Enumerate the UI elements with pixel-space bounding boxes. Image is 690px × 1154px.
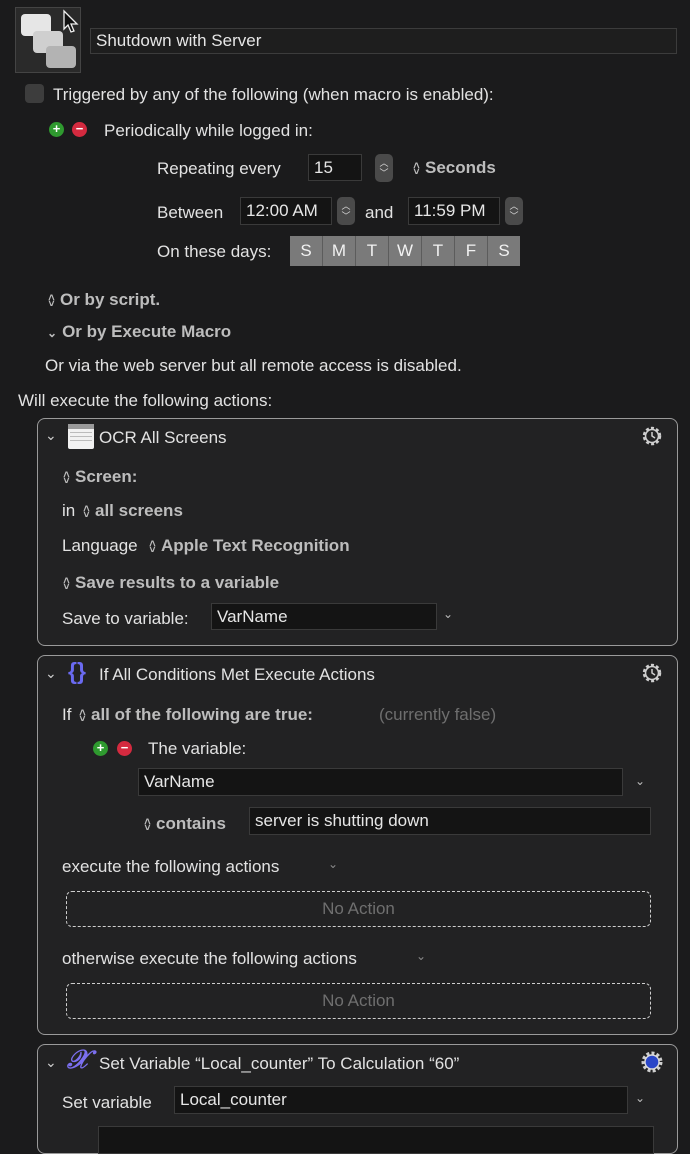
variable-dropdown-chevron[interactable]: ⌄	[635, 1091, 645, 1105]
day-toggle-tuesday[interactable]: T	[356, 236, 389, 266]
day-toggle-thursday[interactable]: T	[422, 236, 455, 266]
then-actions-dropzone[interactable]: No Action	[66, 891, 651, 927]
unit-popup[interactable]: ˄ ˅ Seconds	[412, 158, 496, 178]
in-label: in	[62, 501, 76, 520]
action-title: OCR All Screens	[99, 428, 227, 447]
days-label: On these days:	[157, 242, 272, 261]
else-actions-dropzone[interactable]: No Action	[66, 983, 651, 1019]
collapse-chevron-icon[interactable]: ⌄	[45, 1054, 57, 1071]
days-selector: S M T W T F S	[290, 236, 520, 266]
action-set-variable: ⌄ 𝒳 Set Variable “Local_counter” To Calc…	[37, 1044, 678, 1154]
remove-condition-button[interactable]: −	[117, 741, 132, 756]
updown-icon: ˄ ˅	[63, 468, 70, 487]
web-server-note: Or via the web server but all remote acc…	[45, 356, 462, 375]
updown-icon: ˄ ˅	[144, 815, 151, 834]
add-trigger-button[interactable]: +	[49, 122, 64, 137]
start-time-input[interactable]: 12:00 AM	[240, 197, 332, 225]
between-label: Between	[157, 203, 224, 222]
if-label: If	[62, 705, 72, 724]
operator-popup[interactable]: ˄ ˅ contains	[143, 814, 226, 834]
start-time-stepper[interactable]: ︿ ﹀	[337, 197, 355, 225]
action-title: If All Conditions Met Execute Actions	[99, 665, 375, 684]
collapse-chevron-icon[interactable]: ⌄	[45, 427, 57, 444]
day-toggle-monday[interactable]: M	[323, 236, 356, 266]
braces-icon: {}	[68, 658, 86, 684]
else-actions-chevron[interactable]: ⌄	[416, 949, 426, 963]
day-toggle-sunday[interactable]: S	[290, 236, 323, 266]
macro-name-input[interactable]: Shutdown with Server	[90, 28, 677, 54]
condition-type-label: The variable:	[148, 739, 247, 758]
else-actions-label: otherwise execute the following actions	[62, 949, 357, 968]
add-condition-button[interactable]: +	[93, 741, 108, 756]
then-actions-label: execute the following actions	[62, 857, 280, 876]
variable-dropdown-chevron[interactable]: ⌄	[635, 774, 645, 788]
action-title: Set Variable “Local_counter” To Calculat…	[99, 1054, 460, 1073]
language-label: Language	[62, 536, 138, 555]
updown-icon: ˄ ˅	[63, 574, 70, 593]
updown-icon: ˄ ˅	[149, 537, 156, 556]
updown-icon: ˄ ˅	[79, 706, 86, 725]
condition-operand-input[interactable]: server is shutting down	[249, 807, 651, 835]
save-results-popup[interactable]: ˄ ˅ Save results to a variable	[62, 573, 279, 593]
calculation-input[interactable]	[98, 1126, 654, 1154]
and-label: and	[365, 203, 394, 222]
no-action-placeholder: No Action	[322, 899, 395, 918]
updown-icon: ˄ ˅	[83, 502, 90, 521]
no-action-placeholder: No Action	[322, 991, 395, 1010]
action-if-all-conditions: ⌄ {} If All Conditions Met Execute Actio…	[37, 655, 678, 1035]
mouse-cursor-icon	[63, 9, 79, 33]
condition-variable-input[interactable]: VarName	[138, 768, 623, 796]
then-actions-chevron[interactable]: ⌄	[328, 857, 338, 871]
collapse-chevron-icon[interactable]: ⌄	[45, 665, 57, 682]
set-variable-label: Set variable	[62, 1093, 152, 1112]
gear-clock-icon[interactable]	[639, 660, 665, 686]
or-by-script-toggle[interactable]: ˄ ˅ Or by script.	[47, 290, 160, 310]
periodic-trigger-title: Periodically while logged in:	[104, 121, 313, 140]
ocr-icon	[68, 424, 94, 449]
screen-popup[interactable]: ˄ ˅ Screen:	[62, 467, 137, 487]
variable-x-icon: 𝒳	[67, 1045, 90, 1075]
day-toggle-saturday[interactable]: S	[488, 236, 520, 266]
end-time-input[interactable]: 11:59 PM	[408, 197, 500, 225]
save-variable-input[interactable]: VarName	[211, 603, 437, 630]
actions-header: Will execute the following actions:	[18, 391, 273, 410]
variable-dropdown-chevron[interactable]: ⌄	[443, 607, 453, 621]
gear-enabled-icon[interactable]	[639, 1049, 665, 1075]
language-popup[interactable]: ˄ ˅ Apple Text Recognition	[148, 536, 349, 556]
condition-status: (currently false)	[379, 705, 497, 724]
set-variable-input[interactable]: Local_counter	[174, 1086, 628, 1114]
trigger-checkbox[interactable]	[25, 84, 44, 103]
or-by-execute-macro-toggle[interactable]: ⌄ Or by Execute Macro	[47, 322, 231, 342]
day-toggle-wednesday[interactable]: W	[389, 236, 422, 266]
updown-icon: ˄ ˅	[48, 291, 55, 310]
action-ocr-all-screens: ⌄ OCR All Screens ˄ ˅ Screen: in ˄ ˅ all scr…	[37, 418, 678, 646]
repeating-label: Repeating every	[157, 159, 281, 178]
repeating-value-input[interactable]: 15	[308, 154, 362, 181]
chevron-down-icon: ⌄	[47, 326, 58, 340]
in-screens-popup[interactable]: ˄ ˅ all screens	[82, 501, 183, 521]
updown-icon: ˄ ˅	[413, 159, 420, 178]
gear-clock-icon[interactable]	[639, 423, 665, 449]
day-toggle-friday[interactable]: F	[455, 236, 488, 266]
remove-trigger-button[interactable]: −	[72, 122, 87, 137]
save-to-variable-label: Save to variable:	[62, 609, 189, 628]
end-time-stepper[interactable]: ︿ ﹀	[505, 197, 523, 225]
repeating-stepper[interactable]: ︿ ﹀	[375, 154, 393, 182]
condition-mode-popup[interactable]: ˄ ˅ all of the following are true:	[78, 705, 313, 725]
trigger-checkbox-label: Triggered by any of the following (when …	[53, 85, 494, 104]
